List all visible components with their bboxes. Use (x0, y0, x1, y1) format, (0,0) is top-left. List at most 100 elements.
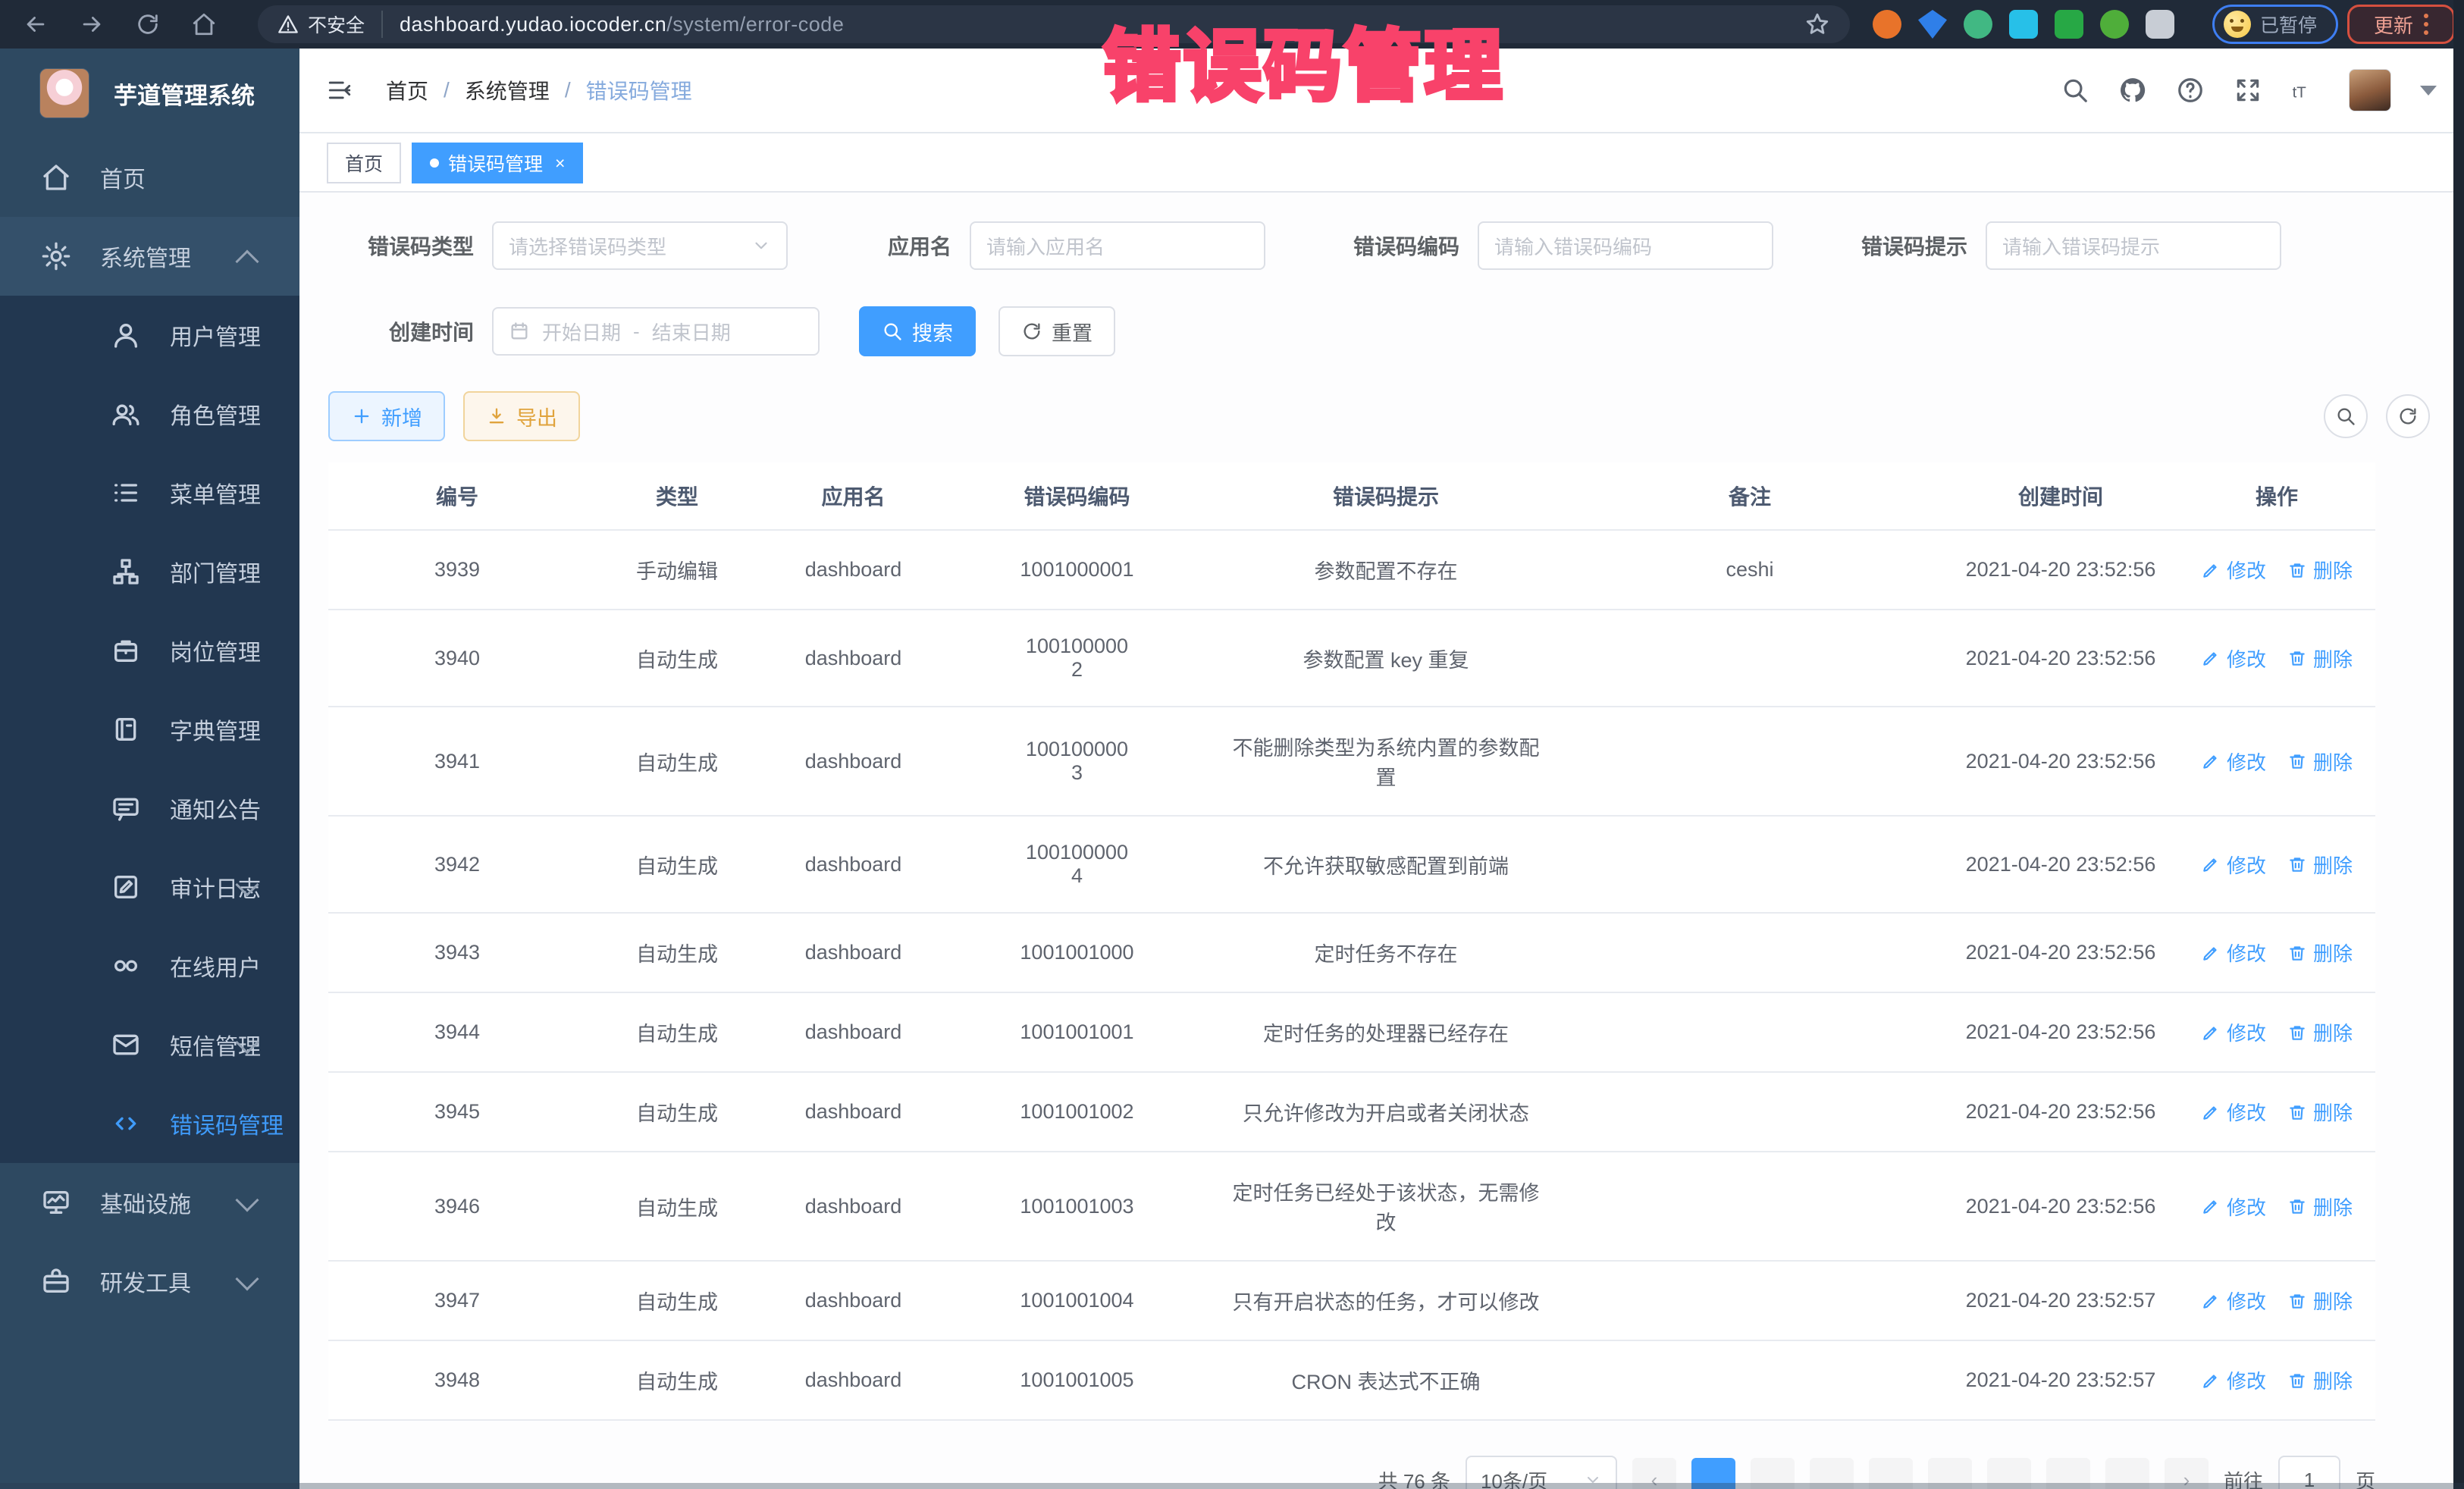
breadcrumb-system[interactable]: 系统管理 (465, 75, 550, 105)
address-bar[interactable]: 不安全 dashboard.yudao.iocoder.cn/system/er… (258, 5, 1850, 43)
edit-link[interactable]: 修改 (2201, 1366, 2266, 1394)
cell-id: 3943 (328, 913, 586, 992)
sidebar-item-通知公告[interactable]: 通知公告 (0, 769, 299, 848)
edit-link[interactable]: 修改 (2201, 1287, 2266, 1315)
browser-update-button[interactable]: 更新 (2347, 5, 2455, 44)
forward-icon[interactable] (79, 11, 105, 37)
sidebar-item-label: 首页 (100, 161, 146, 194)
sidebar-item-字典管理[interactable]: 字典管理 (0, 690, 299, 769)
sidebar-item-基础设施[interactable]: 基础设施 (0, 1163, 299, 1242)
sidebar-item-角色管理[interactable]: 角色管理 (0, 375, 299, 453)
delete-link[interactable]: 删除 (2287, 1193, 2353, 1221)
cell-id: 3947 (328, 1261, 586, 1340)
sidebar-item-短信管理[interactable]: 短信管理 (0, 1005, 299, 1084)
table-row: 3945 自动生成 dashboard 1001001002 只允许修改为开启或… (328, 1072, 2375, 1152)
cell-id: 3944 (328, 992, 586, 1072)
edit-link[interactable]: 修改 (2201, 1193, 2266, 1221)
edit-link[interactable]: 修改 (2201, 644, 2266, 672)
delete-link[interactable]: 删除 (2287, 939, 2353, 967)
page-tab[interactable]: 错误码管理 × (412, 143, 583, 183)
col-app: 应用名 (768, 462, 939, 530)
cell-app: dashboard (768, 992, 939, 1072)
delete-link[interactable]: 删除 (2287, 1018, 2353, 1046)
sidebar-item-用户管理[interactable]: 用户管理 (0, 296, 299, 375)
error-msg-input[interactable]: 请输入错误码提示 (1986, 221, 2281, 270)
sidebar-item-研发工具[interactable]: 研发工具 (0, 1242, 299, 1321)
cell-msg: 只有开启状态的任务，才可以修改 (1215, 1261, 1556, 1340)
error-type-label: 错误码类型 (328, 230, 474, 261)
error-code-icon (111, 1108, 141, 1139)
edit-link[interactable]: 修改 (2201, 851, 2266, 879)
sidebar-item-菜单管理[interactable]: 菜单管理 (0, 453, 299, 532)
infra-icon (41, 1187, 71, 1218)
error-code-label: 错误码编码 (1338, 230, 1459, 261)
reset-button[interactable]: 重置 (998, 306, 1115, 356)
app-logo-row[interactable]: 芋道管理系统 (0, 49, 299, 138)
error-code-input[interactable]: 请输入错误码编码 (1478, 221, 1773, 270)
fullscreen-icon[interactable] (2234, 76, 2262, 105)
delete-link[interactable]: 删除 (2287, 1366, 2353, 1394)
cell-type: 自动生成 (586, 992, 768, 1072)
cell-remark (1556, 992, 1943, 1072)
edit-link[interactable]: 修改 (2201, 1098, 2266, 1126)
delete-link[interactable]: 删除 (2287, 644, 2353, 672)
sidebar-item-审计日志[interactable]: 审计日志 (0, 848, 299, 926)
tab-close-icon[interactable]: × (555, 153, 565, 174)
edit-link[interactable]: 修改 (2201, 748, 2266, 776)
cell-code: 100100000 4 (939, 816, 1215, 913)
export-button[interactable]: 导出 (463, 391, 580, 441)
delete-link[interactable]: 删除 (2287, 556, 2353, 584)
delete-link[interactable]: 删除 (2287, 1098, 2353, 1126)
error-type-select[interactable]: 请选择错误码类型 (492, 221, 788, 270)
chevron-icon (235, 249, 259, 273)
sidebar-item-在线用户[interactable]: 在线用户 (0, 926, 299, 1005)
tab-label: 错误码管理 (448, 149, 543, 177)
sidebar-item-岗位管理[interactable]: 岗位管理 (0, 611, 299, 690)
sms-icon (111, 1030, 141, 1060)
table-row: 3948 自动生成 dashboard 1001001005 CRON 表达式不… (328, 1340, 2375, 1420)
cell-code: 100100000 3 (939, 707, 1215, 816)
browser-menu-icon[interactable] (2424, 14, 2428, 35)
cell-id: 3941 (328, 707, 586, 816)
delete-link[interactable]: 删除 (2287, 748, 2353, 776)
toggle-search-button[interactable] (2324, 394, 2368, 438)
browser-home-icon[interactable] (191, 11, 217, 37)
edit-pencil-icon (2201, 751, 2221, 771)
sidebar-item-系统管理[interactable]: 系统管理 (0, 217, 299, 296)
delete-link[interactable]: 删除 (2287, 851, 2353, 879)
breadcrumb-home[interactable]: 首页 (386, 75, 428, 105)
edit-link[interactable]: 修改 (2201, 1018, 2266, 1046)
avatar-caret-down-icon[interactable] (2420, 86, 2437, 96)
cell-msg: 定时任务的处理器已经存在 (1215, 992, 1556, 1072)
help-icon[interactable] (2176, 76, 2205, 105)
edit-pencil-icon (2201, 943, 2221, 963)
app-name-input[interactable]: 请输入应用名 (970, 221, 1265, 270)
reload-icon[interactable] (135, 11, 161, 37)
edit-link[interactable]: 修改 (2201, 939, 2266, 967)
trash-icon (2287, 1291, 2307, 1311)
browser-profile-chip[interactable]: 已暂停 (2212, 5, 2338, 44)
col-ops: 操作 (2178, 462, 2375, 530)
search-button[interactable]: 搜索 (859, 306, 976, 356)
cell-remark: ceshi (1556, 530, 1943, 610)
delete-link[interactable]: 删除 (2287, 1287, 2353, 1315)
user-avatar[interactable] (2349, 69, 2391, 111)
edit-link[interactable]: 修改 (2201, 556, 2266, 584)
header-search-icon[interactable] (2061, 76, 2089, 105)
sidebar-item-部门管理[interactable]: 部门管理 (0, 532, 299, 611)
sidebar-item-首页[interactable]: 首页 (0, 138, 299, 217)
bookmark-star-icon[interactable] (1804, 11, 1830, 37)
header-actions: tT (2061, 69, 2464, 111)
hamburger-icon[interactable] (327, 77, 353, 103)
github-icon[interactable] (2118, 76, 2147, 105)
refresh-table-button[interactable] (2386, 394, 2430, 438)
security-chip[interactable]: 不安全 (277, 11, 383, 38)
cell-msg: 定时任务已经处于该状态，无需修改 (1215, 1152, 1556, 1261)
font-size-icon[interactable]: tT (2291, 76, 2320, 105)
edit-pencil-icon (2201, 1371, 2221, 1390)
back-icon[interactable] (23, 11, 49, 37)
date-range-picker[interactable]: 开始日期 - 结束日期 (492, 307, 820, 356)
page-tab[interactable]: 首页 (327, 143, 401, 183)
add-button[interactable]: 新增 (328, 391, 445, 441)
sidebar-item-错误码管理[interactable]: 错误码管理 (0, 1084, 299, 1163)
